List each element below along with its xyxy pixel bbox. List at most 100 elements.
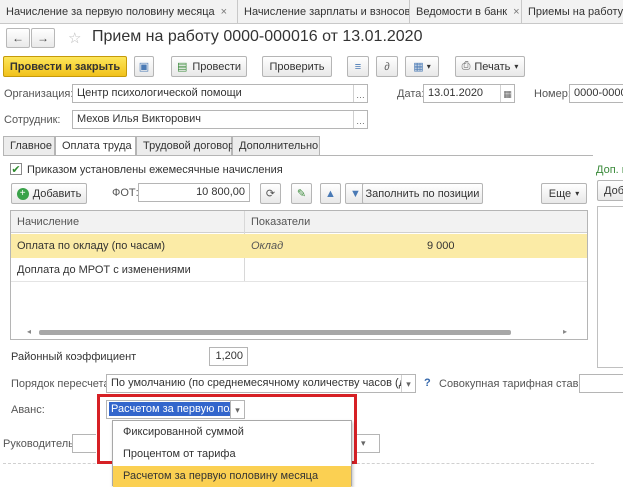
add-button[interactable]: + Добавить — [11, 183, 87, 204]
back-button[interactable]: ← — [6, 28, 30, 48]
tariff-rate-label: Совокупная тарифная ставка: — [439, 378, 593, 390]
date-field[interactable]: 13.01.2020 ▦ — [423, 84, 515, 103]
scroll-right-icon[interactable]: ▸ — [563, 327, 567, 336]
refresh-icon: ⟳ — [265, 188, 276, 200]
select-button[interactable]: … — [353, 111, 367, 128]
save-icon: ▣ — [138, 61, 150, 73]
ellipsis-icon: … — [356, 115, 365, 126]
window-tab-payroll[interactable]: Начисление зарплаты и взносов× — [238, 0, 410, 24]
tab-contract[interactable]: Трудовой договор — [136, 136, 234, 155]
dropdown-option-first-half[interactable]: Расчетом за первую половину месяца — [113, 466, 351, 487]
table-row[interactable]: Оплата по окладу (по часам) Оклад 9 000 — [11, 234, 587, 258]
refresh-button[interactable]: ⟳ — [260, 183, 281, 204]
side-link[interactable]: Доп. п — [596, 164, 623, 176]
side-panel — [597, 206, 623, 368]
window-tabs: Начисление за первую половину месяца × На… — [0, 0, 623, 24]
district-coefficient-field[interactable]: 1,200 — [209, 347, 248, 366]
org-value: Центр психологической помощи — [77, 87, 242, 99]
print-button[interactable]: ⎙ Печать ▾ — [455, 56, 525, 77]
move-up-button[interactable]: ▲ — [320, 183, 341, 204]
org-field[interactable]: Центр психологической помощи … — [72, 84, 368, 103]
monthly-checkbox-label: Приказом установлены ежемесячные начисле… — [27, 164, 283, 176]
manager-field[interactable] — [72, 434, 96, 453]
more-button-label: Еще — [548, 187, 572, 200]
district-coefficient-label: Районный коэффициент — [11, 351, 137, 363]
window-tab-bank-statements[interactable]: Ведомости в банк × — [410, 0, 522, 24]
arrow-left-icon: ← — [12, 31, 24, 45]
tab-panel-divider — [3, 155, 593, 156]
select-button[interactable]: … — [353, 85, 367, 102]
horizontal-scrollbar[interactable]: ◂ ▸ — [27, 327, 567, 336]
post-button[interactable]: ▤ Провести — [171, 56, 247, 77]
edit-button[interactable]: ✎ — [291, 183, 312, 204]
reports-button[interactable]: ▦ ▾ — [405, 56, 439, 77]
side-add-button[interactable]: Доб — [597, 180, 623, 201]
window-tab-payroll-first-half[interactable]: Начисление за первую половину месяца × — [0, 0, 238, 24]
post-button-label: Провести — [192, 60, 242, 73]
tariff-rate-field[interactable] — [579, 374, 623, 393]
dropdown-button[interactable]: ▾ — [401, 375, 415, 392]
save-button[interactable]: ▣ — [134, 56, 154, 77]
chevron-down-icon: ▾ — [514, 62, 519, 71]
indicator-value: 9 000 — [427, 240, 455, 252]
advance-label: Аванс: — [11, 404, 45, 416]
list-icon: ≡ — [354, 60, 362, 73]
chevron-down-icon: ▾ — [361, 438, 366, 448]
arrow-right-icon: → — [37, 31, 49, 45]
arrow-up-icon: ▲ — [325, 187, 336, 200]
recalc-order-field[interactable]: По умолчанию (по среднемесячному количес… — [106, 374, 416, 393]
favorite-star-icon[interactable]: ☆ — [68, 29, 81, 47]
help-icon[interactable]: ? — [424, 377, 431, 389]
employee-field[interactable]: Мехов Илья Викторович … — [72, 110, 368, 129]
ellipsis-icon: … — [356, 89, 365, 100]
close-icon[interactable]: × — [221, 6, 227, 18]
table-row[interactable]: Доплата до МРОТ с изменениями — [11, 258, 587, 282]
date-value: 13.01.2020 — [428, 87, 484, 99]
arrow-down-icon: ▼ — [350, 187, 361, 200]
scroll-thumb[interactable] — [39, 330, 511, 335]
tab-main[interactable]: Главное — [3, 136, 55, 155]
tab-additional[interactable]: Дополнительно — [232, 136, 320, 155]
window-tab-label: Приемы на работу, ... — [528, 6, 623, 18]
accrual-name: Оплата по окладу (по часам) — [17, 240, 166, 252]
paperclip-icon: ∂ — [384, 60, 390, 73]
attach-button[interactable]: ∂ — [376, 56, 398, 77]
print-button-label: Печать — [474, 60, 511, 73]
add-button-label: Добавить — [32, 187, 82, 200]
window-tab-hirings[interactable]: Приемы на работу, ... — [522, 0, 623, 24]
more-button[interactable]: Еще ▾ — [541, 183, 587, 204]
fot-field[interactable]: 10 800,00 — [138, 183, 250, 202]
table-header: Начисление Показатели — [11, 211, 587, 233]
forward-button[interactable]: → — [31, 28, 55, 48]
date-label: Дата: — [397, 88, 425, 100]
checkmark-icon: ✔ — [11, 163, 21, 176]
tab-pay[interactable]: Оплата труда — [55, 136, 136, 156]
monthly-checkbox[interactable]: ✔ — [10, 163, 22, 176]
scroll-left-icon[interactable]: ◂ — [27, 327, 31, 336]
calendar-button[interactable]: ▦ — [500, 85, 514, 102]
dropdown-option-fixed-sum[interactable]: Фиксированной суммой — [113, 422, 351, 443]
window-tab-label: Ведомости в банк — [416, 6, 508, 18]
advance-dropdown-list[interactable]: Фиксированной суммой Процентом от тарифа… — [112, 420, 352, 487]
manager-field-extra[interactable]: ▾ — [356, 434, 380, 453]
check-button[interactable]: Проверить — [262, 56, 332, 77]
list-button[interactable]: ≡ — [347, 56, 369, 77]
post-icon: ▤ — [176, 61, 188, 73]
employee-value: Мехов Илья Викторович — [77, 113, 202, 125]
recalc-order-value: По умолчанию (по среднемесячному количес… — [111, 377, 416, 389]
employee-label: Сотрудник: — [4, 114, 61, 126]
close-icon[interactable]: × — [513, 6, 519, 18]
chevron-down-icon: ▾ — [426, 62, 431, 71]
chevron-down-icon: ▾ — [575, 189, 580, 198]
post-and-close-button[interactable]: Провести и закрыть — [3, 56, 127, 77]
indicator-name: Оклад — [251, 240, 284, 252]
number-field[interactable]: 0000-00001 — [569, 84, 623, 103]
dropdown-option-tariff-percent[interactable]: Процентом от тарифа — [113, 444, 351, 465]
window-tab-label: Начисление зарплаты и взносов — [244, 6, 410, 18]
manager-label: Руководитель: — [3, 438, 77, 450]
window-tab-label: Начисление за первую половину месяца — [6, 6, 215, 18]
pencil-icon: ✎ — [296, 188, 307, 200]
column-header-indicators: Показатели — [251, 216, 311, 228]
printer-icon: ⎙ — [461, 60, 471, 72]
fill-by-position-button[interactable]: Заполнить по позиции — [362, 183, 483, 204]
